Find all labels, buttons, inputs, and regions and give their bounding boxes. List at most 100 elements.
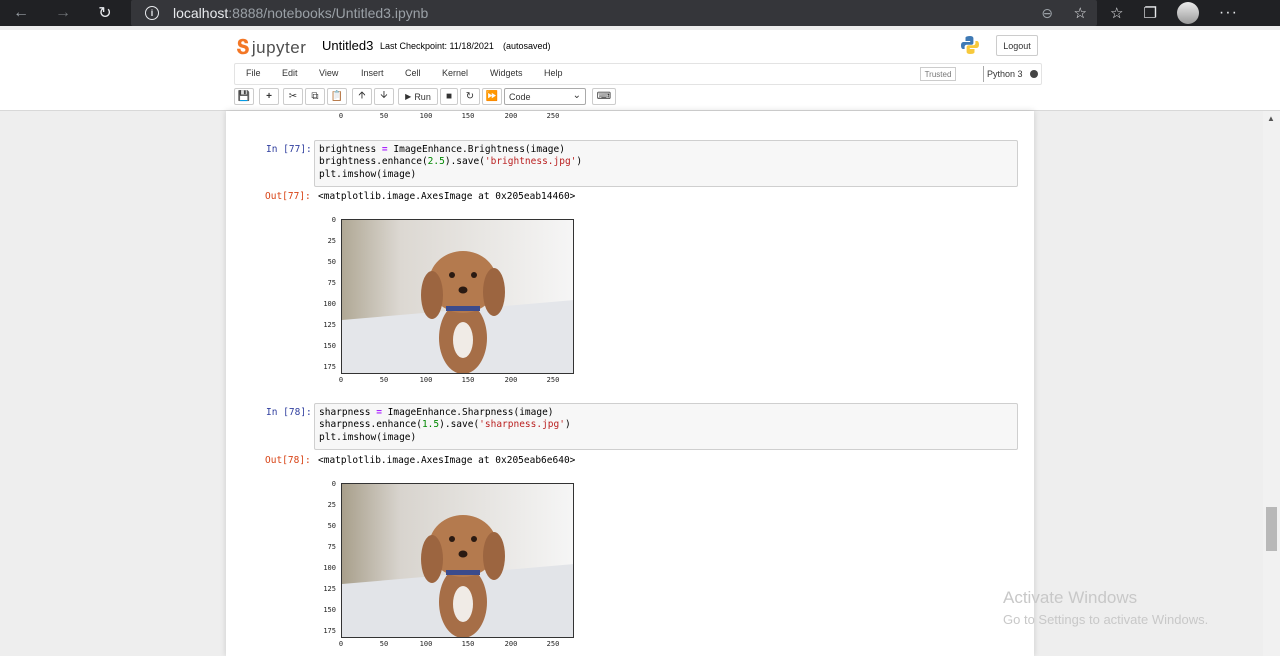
kernel-status-indicator — [1030, 70, 1038, 78]
profile-avatar[interactable] — [1176, 2, 1199, 24]
logout-button[interactable]: Logout — [996, 35, 1038, 56]
more-menu-icon[interactable]: ··· — [1219, 4, 1238, 22]
run-all-fast-forward-icon[interactable]: ⏩ — [482, 88, 502, 105]
y-tick: 75 — [327, 543, 336, 551]
code-cell[interactable]: sharpness = ImageEnhance.Sharpness(image… — [314, 403, 1018, 450]
dog-photo — [341, 219, 574, 374]
x-tick: 250 — [546, 112, 560, 120]
page-scrollbar[interactable]: ▲ — [1263, 111, 1280, 656]
jupyter-logo[interactable]: Տ jupyter — [236, 35, 306, 60]
jupyter-symbol-icon: Տ — [236, 37, 250, 59]
menu-view[interactable]: View — [319, 68, 338, 78]
menu-kernel[interactable]: Kernel — [442, 68, 468, 78]
x-tick: 200 — [504, 640, 518, 648]
reload-icon[interactable]: ↻ — [90, 0, 120, 26]
code-line: plt.imshow(image) — [319, 168, 417, 180]
image-plot: 0 25 50 75 100 125 150 175 0 50 100 150 … — [316, 215, 576, 395]
code-cell[interactable]: brightness = ImageEnhance.Brightness(ima… — [314, 140, 1018, 187]
y-tick: 25 — [327, 501, 336, 509]
output-prompt: Out[77]: — [265, 191, 311, 202]
back-arrow-icon[interactable]: ← — [6, 0, 36, 26]
notebook-name[interactable]: Untitled3 — [322, 38, 373, 53]
forward-arrow-icon[interactable]: → — [48, 0, 78, 26]
y-tick: 175 — [323, 363, 336, 371]
chevron-down-icon: ⌄ — [572, 90, 581, 101]
python-logo-icon — [961, 36, 979, 54]
menu-edit[interactable]: Edit — [282, 68, 298, 78]
paste-icon[interactable]: 📋 — [327, 88, 347, 105]
y-tick: 75 — [327, 279, 336, 287]
scrollbar-thumb[interactable] — [1266, 507, 1277, 551]
kernel-divider — [983, 66, 984, 82]
y-tick: 25 — [327, 237, 336, 245]
move-down-icon[interactable]: 🡫 — [374, 88, 394, 105]
address-bar[interactable]: i localhost:8888/notebooks/Untitled3.ipy… — [131, 0, 1097, 26]
zoom-icon[interactable]: ⊖ — [1041, 5, 1053, 22]
x-tick: 200 — [504, 376, 518, 384]
favorite-star-icon[interactable]: ☆ — [1074, 4, 1087, 22]
x-tick: 50 — [379, 640, 389, 648]
menu-cell[interactable]: Cell — [405, 68, 421, 78]
jupyter-header: Տ jupyter Untitled3 Last Checkpoint: 11/… — [0, 30, 1280, 111]
image-plot: 0 25 50 75 100 125 150 175 0 50 100 150 … — [316, 479, 576, 656]
y-tick: 100 — [323, 300, 336, 308]
x-tick: 250 — [546, 376, 560, 384]
autosave-status: (autosaved) — [503, 41, 551, 51]
input-prompt: In [78]: — [266, 407, 312, 418]
restart-kernel-icon[interactable]: ↻ — [460, 88, 480, 105]
watermark-title: Activate Windows — [1003, 588, 1138, 607]
insert-cell-plus-icon[interactable]: + — [259, 88, 279, 105]
trusted-badge[interactable]: Trusted — [920, 67, 956, 81]
x-tick: 150 — [461, 376, 475, 384]
kernel-name[interactable]: Python 3 — [987, 69, 1023, 79]
x-tick: 0 — [338, 376, 344, 384]
collections-icon[interactable]: ❐ — [1143, 4, 1156, 22]
x-tick: 100 — [419, 112, 433, 120]
activate-windows-watermark: Activate Windows Go to Settings to activ… — [1003, 588, 1208, 627]
x-tick: 200 — [504, 112, 518, 120]
menu-insert[interactable]: Insert — [361, 68, 384, 78]
checkpoint-status: Last Checkpoint: 11/18/2021 — [380, 41, 494, 51]
copy-icon[interactable]: ⧉ — [305, 88, 325, 105]
y-tick: 0 — [331, 480, 336, 488]
favorites-icon[interactable]: ☆ — [1110, 4, 1123, 22]
watermark-subtitle: Go to Settings to activate Windows. — [1003, 612, 1209, 627]
code-line: plt.imshow(image) — [319, 431, 417, 443]
notebook-container: 0 50 100 150 200 250 In [77]: brightness… — [226, 111, 1034, 656]
y-tick: 100 — [323, 564, 336, 572]
input-prompt: In [77]: — [266, 144, 312, 155]
browser-toolbar: ← → ↻ i localhost:8888/notebooks/Untitle… — [0, 0, 1280, 26]
scroll-up-arrow-icon[interactable]: ▲ — [1267, 114, 1275, 123]
output-prompt: Out[78]: — [265, 455, 311, 466]
x-tick: 50 — [379, 376, 389, 384]
code-line: brightness = ImageEnhance.Brightness(ima… — [319, 144, 565, 155]
move-up-icon[interactable]: 🡩 — [352, 88, 372, 105]
y-tick: 150 — [323, 342, 336, 350]
y-tick: 50 — [327, 522, 336, 530]
menu-help[interactable]: Help — [544, 68, 563, 78]
x-tick: 100 — [419, 376, 433, 384]
y-tick: 50 — [327, 258, 336, 266]
x-tick: 0 — [338, 640, 344, 648]
run-play-icon: ▶ — [405, 92, 412, 101]
y-tick: 125 — [323, 585, 336, 593]
x-tick: 250 — [546, 640, 560, 648]
output-text: <matplotlib.image.AxesImage at 0x205eab6… — [318, 455, 576, 466]
cut-icon[interactable]: ✂ — [283, 88, 303, 105]
site-info-icon[interactable]: i — [145, 6, 159, 20]
y-tick: 175 — [323, 627, 336, 635]
keyboard-shortcuts-icon[interactable]: ⌨ — [592, 88, 616, 105]
address-url[interactable]: localhost:8888/notebooks/Untitled3.ipynb — [173, 5, 428, 21]
interrupt-stop-icon[interactable]: ■ — [440, 88, 458, 105]
menu-widgets[interactable]: Widgets — [490, 68, 523, 78]
dog-photo — [341, 483, 574, 638]
menu-bar: File Edit View Insert Cell Kernel Widget… — [234, 63, 1042, 85]
cell-type-select[interactable]: Code ⌄ — [504, 88, 586, 105]
x-tick: 50 — [379, 112, 389, 120]
y-tick: 150 — [323, 606, 336, 614]
menu-file[interactable]: File — [246, 68, 261, 78]
x-tick: 150 — [461, 112, 475, 120]
save-icon[interactable]: 💾 — [234, 88, 254, 105]
x-tick: 150 — [461, 640, 475, 648]
run-button[interactable]: ▶ Run — [398, 88, 438, 105]
